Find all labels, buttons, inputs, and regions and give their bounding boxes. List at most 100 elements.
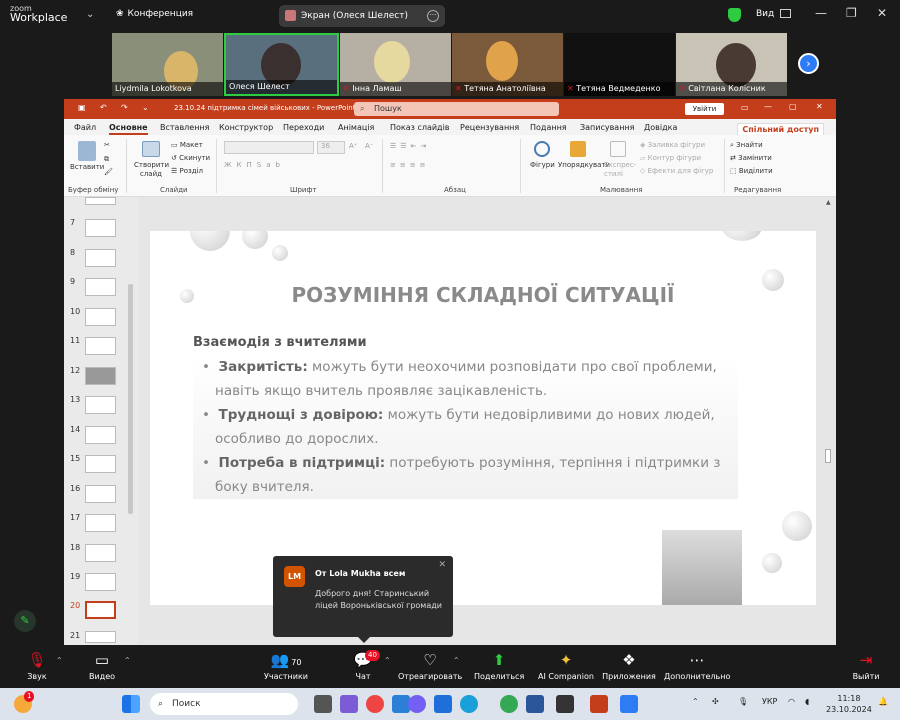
replace-button[interactable]: ⇄ Замінити: [730, 154, 772, 162]
shield-icon[interactable]: [728, 8, 741, 22]
participant-tile[interactable]: ✕ Тетяна Ведмеденко: [564, 33, 675, 96]
tab-recording[interactable]: Записування: [580, 123, 634, 132]
volume-icon[interactable]: ◖: [805, 697, 809, 706]
slide-thumbnail[interactable]: [85, 544, 116, 562]
shape-fill-button[interactable]: ◈ Заливка фігури: [640, 141, 705, 149]
decrease-font-icon[interactable]: A⁻: [365, 142, 373, 150]
teams-icon[interactable]: [340, 695, 358, 713]
more-icon[interactable]: ···: [427, 10, 439, 22]
close-icon[interactable]: ✕: [877, 6, 887, 20]
screen-share-indicator[interactable]: Экран (Олеся Шелест) ···: [279, 5, 445, 27]
slide-thumbnail[interactable]: [85, 396, 116, 414]
font-style-buttons[interactable]: ЖКПSab: [224, 161, 285, 169]
slide-thumbnail[interactable]: [85, 455, 116, 473]
chat-notification[interactable]: LM От Lola Mukha всем Доброго дня! Стари…: [273, 556, 453, 643]
thumbnail-scrollbar[interactable]: [128, 284, 133, 514]
layout-button[interactable]: ▭ Макет: [171, 141, 203, 149]
tab-view[interactable]: Подання: [530, 123, 567, 132]
conference-menu[interactable]: ❀ Конференция: [116, 9, 193, 19]
slide-thumbnail[interactable]: [85, 426, 116, 444]
format-painter-icon[interactable]: 🖌: [104, 168, 113, 176]
arrange-button[interactable]: Упорядкувати: [558, 161, 610, 169]
find-button[interactable]: ⌕ Знайти: [730, 141, 763, 150]
scroll-up-icon[interactable]: ▲: [826, 199, 831, 206]
react-options-chevron-icon[interactable]: ⌃: [453, 656, 460, 665]
slide-thumbnail[interactable]: [85, 573, 116, 591]
current-slide[interactable]: РОЗУМІННЯ СКЛАДНОЇ СИТУАЦІЇ Взаємодія з …: [150, 231, 816, 605]
apps-button[interactable]: ❖ Приложения: [600, 646, 658, 681]
audio-button[interactable]: 🎙 Звук: [18, 646, 56, 681]
edge-icon[interactable]: [460, 695, 478, 713]
audio-options-chevron-icon[interactable]: ⌃: [56, 656, 63, 665]
leave-button[interactable]: ⇥ Выйти: [848, 646, 884, 681]
tray-expand-icon[interactable]: ⌃: [692, 697, 699, 706]
undo-icon[interactable]: ↶: [100, 103, 107, 112]
annotate-pen-icon[interactable]: ✎: [14, 610, 36, 632]
close-icon[interactable]: ✕: [438, 560, 446, 570]
video-options-chevron-icon[interactable]: ⌃: [124, 656, 131, 665]
clock[interactable]: 11:18 23.10.2024: [826, 693, 872, 715]
paste-button[interactable]: Вставити: [70, 163, 104, 171]
task-view-icon[interactable]: [314, 695, 332, 713]
zoom-icon[interactable]: [620, 695, 638, 713]
tab-home[interactable]: Основне: [109, 123, 148, 135]
slide-thumbnail[interactable]: [85, 278, 116, 296]
taskbar-search-input[interactable]: ⌕ Поиск: [150, 693, 298, 715]
list-buttons[interactable]: ☰☰⇤⇥: [390, 142, 430, 150]
slide-scrollbar[interactable]: [825, 449, 831, 463]
slide-thumbnail-selected[interactable]: [85, 601, 116, 619]
chat-options-chevron-icon[interactable]: ⌃: [384, 656, 391, 665]
font-name-select[interactable]: [224, 141, 314, 154]
shapes-button[interactable]: Фігури: [530, 161, 555, 169]
quick-styles-icon[interactable]: [610, 141, 626, 157]
shapes-icon[interactable]: [534, 141, 550, 157]
next-participants-arrow-icon[interactable]: ›: [798, 53, 819, 74]
customize-icon[interactable]: ⌄: [142, 103, 149, 112]
microphone-icon[interactable]: 🎙: [738, 697, 748, 706]
quick-styles-button[interactable]: Експрес-стилі: [604, 161, 636, 179]
sign-in-button[interactable]: Увійти: [685, 103, 724, 115]
powerpoint-icon[interactable]: [590, 695, 608, 713]
terminal-icon[interactable]: [556, 695, 574, 713]
cut-icon[interactable]: ✂: [104, 141, 110, 149]
font-size-select[interactable]: 36: [317, 141, 345, 154]
viber-icon[interactable]: [408, 695, 426, 713]
ai-companion-button[interactable]: ✦ AI Companion: [536, 646, 596, 681]
tab-help[interactable]: Довідка: [644, 123, 677, 132]
tab-insert[interactable]: Вставлення: [160, 123, 209, 132]
save-icon[interactable]: ▣: [78, 103, 86, 112]
minimize-icon[interactable]: —: [815, 6, 827, 20]
slide-thumbnail[interactable]: [85, 485, 116, 503]
shape-outline-button[interactable]: ▱ Контур фігури: [640, 154, 701, 162]
slide-thumbnail[interactable]: [85, 249, 116, 267]
slide-thumbnail[interactable]: [85, 367, 116, 385]
align-buttons[interactable]: ≡≡≡≡: [390, 161, 429, 169]
video-button[interactable]: ▭ Видео: [82, 646, 122, 681]
close-icon[interactable]: ✕: [816, 102, 823, 111]
participant-tile[interactable]: Liydmila Lokotkova: [112, 33, 223, 96]
increase-font-icon[interactable]: A⁺: [349, 142, 357, 150]
view-button[interactable]: Вид: [756, 9, 792, 19]
new-slide-button[interactable]: Створити слайд: [134, 161, 169, 179]
maximize-icon[interactable]: ▢: [789, 102, 797, 111]
language-indicator[interactable]: УКР: [762, 697, 777, 706]
slide-thumbnail[interactable]: [85, 219, 116, 237]
slide-thumbnail[interactable]: [85, 197, 116, 205]
arrange-icon[interactable]: [570, 141, 586, 157]
paste-icon[interactable]: [78, 141, 96, 161]
participants-button[interactable]: 👥 70 Участники: [260, 646, 312, 681]
participant-tile-active[interactable]: Олеся Шелест: [224, 33, 339, 96]
minimize-icon[interactable]: —: [764, 102, 772, 111]
participant-tile[interactable]: ✕ Тетяна Анатоліївна: [452, 33, 563, 96]
participant-tile[interactable]: ✕ Інна Ламаш: [340, 33, 451, 96]
bluetooth-icon[interactable]: ✣: [712, 697, 719, 706]
wifi-icon[interactable]: ◠: [788, 697, 795, 706]
reset-button[interactable]: ↺ Скинути: [171, 154, 210, 162]
copilot-icon[interactable]: [366, 695, 384, 713]
tab-animations[interactable]: Анімація: [338, 123, 374, 132]
chrome-icon[interactable]: [500, 695, 518, 713]
tab-review[interactable]: Рецензування: [460, 123, 519, 132]
copy-icon[interactable]: ⧉: [104, 155, 109, 164]
word-icon[interactable]: [526, 695, 544, 713]
chevron-down-icon[interactable]: ⌄: [86, 9, 94, 20]
